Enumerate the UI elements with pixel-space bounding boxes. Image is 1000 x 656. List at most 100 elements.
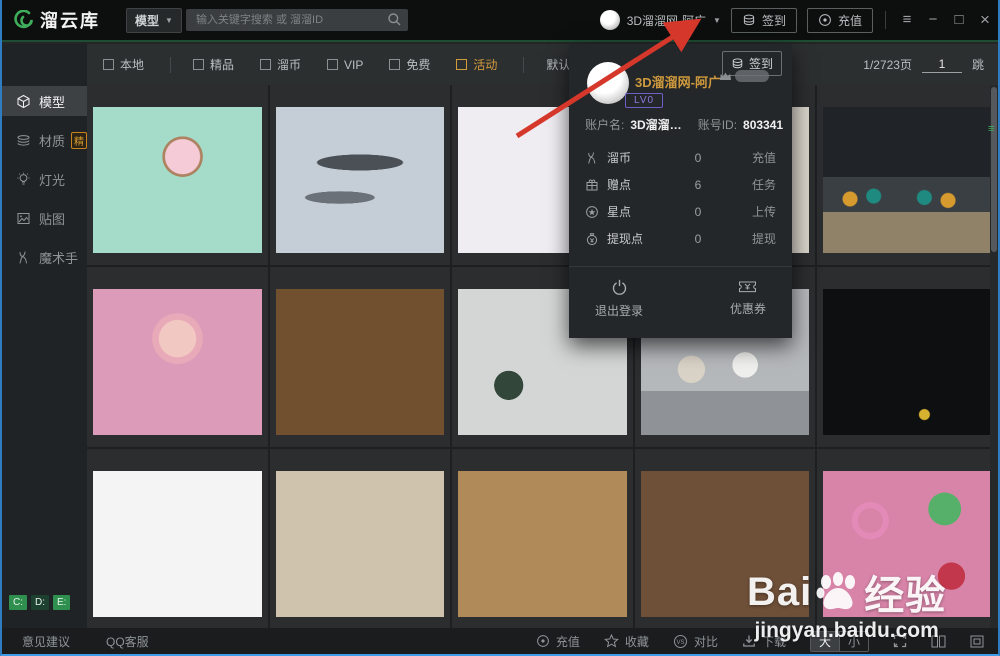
thumbnail-hot-air-balloon[interactable] bbox=[87, 267, 268, 447]
logout-button[interactable]: 退出登录 bbox=[595, 279, 643, 338]
checkbox-local[interactable]: 本地 bbox=[103, 56, 144, 73]
sidebar-item-models[interactable]: 模型 bbox=[2, 86, 87, 116]
layers-icon bbox=[16, 133, 31, 148]
star-circle-icon bbox=[585, 205, 607, 219]
wallet-action-upload[interactable]: 上传 bbox=[752, 203, 776, 220]
sidebar-item-lights[interactable]: 灯光 bbox=[2, 164, 87, 194]
thumbnail-image bbox=[276, 289, 445, 435]
wallet-row-gift-points: 赠点 6 任务 bbox=[569, 171, 792, 198]
page-input[interactable] bbox=[922, 56, 962, 73]
username: 3D溜溜网-阿广 bbox=[627, 12, 706, 29]
power-icon bbox=[611, 279, 628, 296]
sidebar-item-materials[interactable]: 材质 精 bbox=[2, 125, 87, 155]
svg-text:VS: VS bbox=[676, 639, 684, 645]
wallet-action-tasks[interactable]: 任务 bbox=[752, 176, 776, 193]
sidebar-item-label: 材质 bbox=[39, 131, 65, 150]
checkbox-activity[interactable]: 活动 bbox=[456, 56, 497, 73]
user-account-panel: 签到 3D溜溜网-阿广 LV0 账户名: 3D溜溜… 账号ID: 803341 … bbox=[569, 44, 792, 338]
recharge-button[interactable]: 充值 bbox=[807, 8, 873, 33]
maximize-button[interactable]: □ bbox=[946, 0, 972, 40]
thumbnail-wooden-pergola[interactable] bbox=[270, 267, 451, 447]
thumbnail-image bbox=[641, 471, 810, 617]
account-info-row: 账户名: 3D溜溜… 账号ID: 803341 bbox=[585, 116, 780, 133]
coupon-button[interactable]: 优惠券 bbox=[730, 279, 766, 338]
thumbnail-sofa-set[interactable] bbox=[270, 449, 451, 628]
checkbox-coins[interactable]: 溜币 bbox=[260, 56, 301, 73]
checkbox-free[interactable]: 免费 bbox=[389, 56, 430, 73]
titlebar-divider bbox=[885, 11, 886, 29]
filter-bar: 本地 精品 溜币 VIP 免费 活动 默认排序▼ 风格▼ 1/2723页 跳 bbox=[87, 44, 998, 85]
checkbox-icon bbox=[389, 59, 400, 70]
signin-button[interactable]: 签到 bbox=[731, 8, 797, 33]
logout-label: 退出登录 bbox=[595, 302, 643, 319]
frame-view-icon[interactable] bbox=[970, 635, 984, 648]
filter-divider bbox=[523, 57, 524, 73]
drive-d-badge[interactable]: D: bbox=[31, 595, 49, 610]
qq-service-link[interactable]: QQ客服 bbox=[106, 633, 149, 650]
thumbnail-image bbox=[458, 471, 627, 617]
minimize-button[interactable]: − bbox=[920, 0, 946, 40]
scrollbar-thumb[interactable] bbox=[991, 87, 997, 252]
drive-e-badge[interactable]: E: bbox=[53, 595, 70, 610]
fullscreen-icon[interactable] bbox=[893, 634, 907, 648]
feedback-link[interactable]: 意见建议 bbox=[22, 633, 70, 650]
drive-c-badge[interactable]: C: bbox=[9, 595, 27, 610]
checkbox-label: 活动 bbox=[473, 56, 497, 73]
wallet-value: 6 bbox=[675, 178, 721, 192]
size-toggle[interactable]: 大 小 bbox=[810, 631, 869, 652]
avatar[interactable] bbox=[600, 10, 620, 30]
search-icon[interactable] bbox=[387, 12, 402, 27]
checkbox-label: 本地 bbox=[120, 56, 144, 73]
sidebar-item-magic-hand[interactable]: 魔术手 bbox=[2, 242, 87, 272]
sidebar: 模型 材质 精 灯光 贴图 魔术手 C: D: E: bbox=[2, 44, 87, 628]
wallet-action-recharge[interactable]: 充值 bbox=[752, 149, 776, 166]
thumbnail-image bbox=[93, 289, 262, 435]
scroll-grip-icon[interactable]: ≡ bbox=[988, 123, 994, 135]
jump-button[interactable]: 跳 bbox=[972, 56, 984, 73]
image-icon bbox=[16, 211, 31, 226]
wallet-row-star-points: 星点 0 上传 bbox=[569, 198, 792, 225]
thumbnail-image bbox=[276, 471, 445, 617]
level-badge: LV0 bbox=[625, 93, 663, 108]
user-menu[interactable]: 3D溜溜网-阿广 ▼ bbox=[600, 10, 721, 30]
compare-action-label: 对比 bbox=[694, 633, 718, 650]
size-small-option[interactable]: 小 bbox=[840, 632, 868, 651]
app-window: 溜云库 模型 ▼ 3D溜溜网-阿广 ▼ 签到 充值 bbox=[0, 0, 1000, 656]
recharge-action[interactable]: 充值 bbox=[536, 633, 580, 650]
checkbox-premium[interactable]: 精品 bbox=[193, 56, 234, 73]
close-button[interactable]: × bbox=[972, 0, 998, 40]
disk-indicators: C: D: E: bbox=[9, 595, 70, 610]
search-input[interactable] bbox=[186, 9, 408, 31]
sidebar-item-textures[interactable]: 贴图 bbox=[2, 203, 87, 233]
download-action[interactable]: 下载 bbox=[742, 633, 786, 650]
thumbnail-crane-hoist[interactable] bbox=[817, 267, 998, 447]
favorite-action[interactable]: 收藏 bbox=[604, 633, 649, 650]
compare-action[interactable]: VS 对比 bbox=[673, 633, 718, 650]
wallet-action-withdraw[interactable]: 提现 bbox=[752, 230, 776, 247]
wallet-value: 0 bbox=[675, 232, 721, 246]
panel-avatar[interactable] bbox=[587, 62, 629, 104]
vertical-scrollbar[interactable]: ≡ bbox=[990, 85, 998, 628]
thumbnail-image bbox=[823, 471, 992, 617]
size-large-option[interactable]: 大 bbox=[811, 632, 840, 651]
thumbnail-red-culture-wall[interactable] bbox=[635, 449, 816, 628]
category-dropdown[interactable]: 模型 ▼ bbox=[126, 8, 182, 33]
wallet-label: 赠点 bbox=[607, 176, 675, 193]
thumbnail-pink-kids-room[interactable] bbox=[87, 85, 268, 265]
filter-divider bbox=[170, 57, 171, 73]
thumbnail-display-stands[interactable] bbox=[452, 449, 633, 628]
checkbox-label: 精品 bbox=[210, 56, 234, 73]
menu-icon[interactable]: ≡ bbox=[894, 0, 920, 40]
wallet-value: 0 bbox=[675, 151, 721, 165]
thumbnail-decor-trees[interactable] bbox=[817, 449, 998, 628]
thumbnail-wardrobe-shelving[interactable] bbox=[87, 449, 268, 628]
split-view-icon[interactable] bbox=[931, 635, 946, 648]
thumbnail-restaurant-interior[interactable] bbox=[817, 85, 998, 265]
checkbox-vip[interactable]: VIP bbox=[327, 58, 363, 72]
vs-circle-icon: VS bbox=[673, 634, 688, 649]
sidebar-item-label: 灯光 bbox=[39, 170, 65, 189]
thumbnail-industrial-parts[interactable] bbox=[270, 85, 451, 265]
deer-coin-icon bbox=[585, 151, 607, 165]
checkbox-icon bbox=[456, 59, 467, 70]
chevron-down-icon: ▼ bbox=[713, 16, 721, 25]
